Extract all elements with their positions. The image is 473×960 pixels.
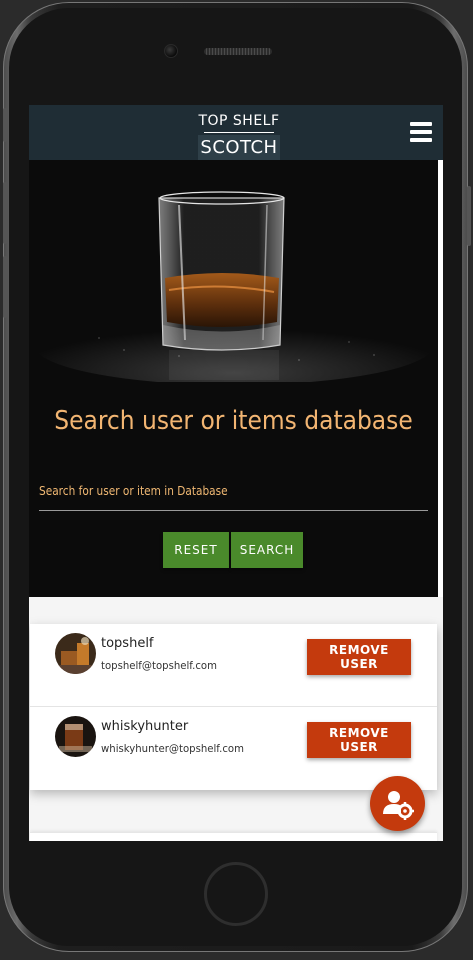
avatar (55, 716, 96, 757)
username: topshelf (101, 636, 154, 651)
user-list-card: topshelf topshelf@topshelf.com REMOVE US… (30, 624, 437, 790)
hamburger-icon[interactable] (410, 122, 432, 142)
logo-divider (204, 132, 274, 133)
add-user-button[interactable] (370, 776, 425, 831)
remove-user-button[interactable]: REMOVE USER (307, 639, 411, 675)
search-button[interactable]: SEARCH (231, 532, 303, 568)
phone-volume-up (3, 182, 7, 244)
user-settings-icon (383, 791, 414, 820)
avatar (55, 633, 96, 674)
whisky-glass-image (29, 160, 438, 382)
hamburger-line (410, 138, 432, 142)
remove-user-button[interactable]: REMOVE USER (307, 722, 411, 758)
search-input[interactable] (39, 482, 428, 511)
home-button[interactable] (204, 862, 268, 926)
username: whiskyhunter (101, 719, 189, 734)
scrollbar-track (438, 160, 443, 597)
camera-icon (164, 44, 178, 58)
brand-logo[interactable]: TOP SHELF SCOTCH (198, 109, 280, 166)
user-email: topshelf@topshelf.com (101, 659, 217, 672)
app-screen: TOP SHELF SCOTCH Search user or items da… (29, 105, 443, 841)
navbar: TOP SHELF SCOTCH (29, 105, 443, 161)
user-email: whiskyhunter@topshelf.com (101, 742, 244, 755)
reset-button[interactable]: RESET (163, 532, 229, 568)
search-hero: Search user or items database Search for… (29, 160, 438, 597)
item-list-card (30, 832, 437, 841)
logo-top-text: TOP SHELF (198, 113, 280, 129)
phone-volume-down (3, 256, 7, 318)
list-item: topshelf topshelf@topshelf.com REMOVE US… (30, 624, 437, 706)
logo-bottom-text: SCOTCH (198, 135, 280, 161)
speaker-grille (204, 48, 272, 55)
phone-side-button (3, 108, 7, 142)
page-title: Search user or items database (54, 406, 413, 436)
hamburger-line (410, 122, 432, 126)
phone-power-button (467, 186, 471, 246)
hamburger-line (410, 130, 432, 134)
